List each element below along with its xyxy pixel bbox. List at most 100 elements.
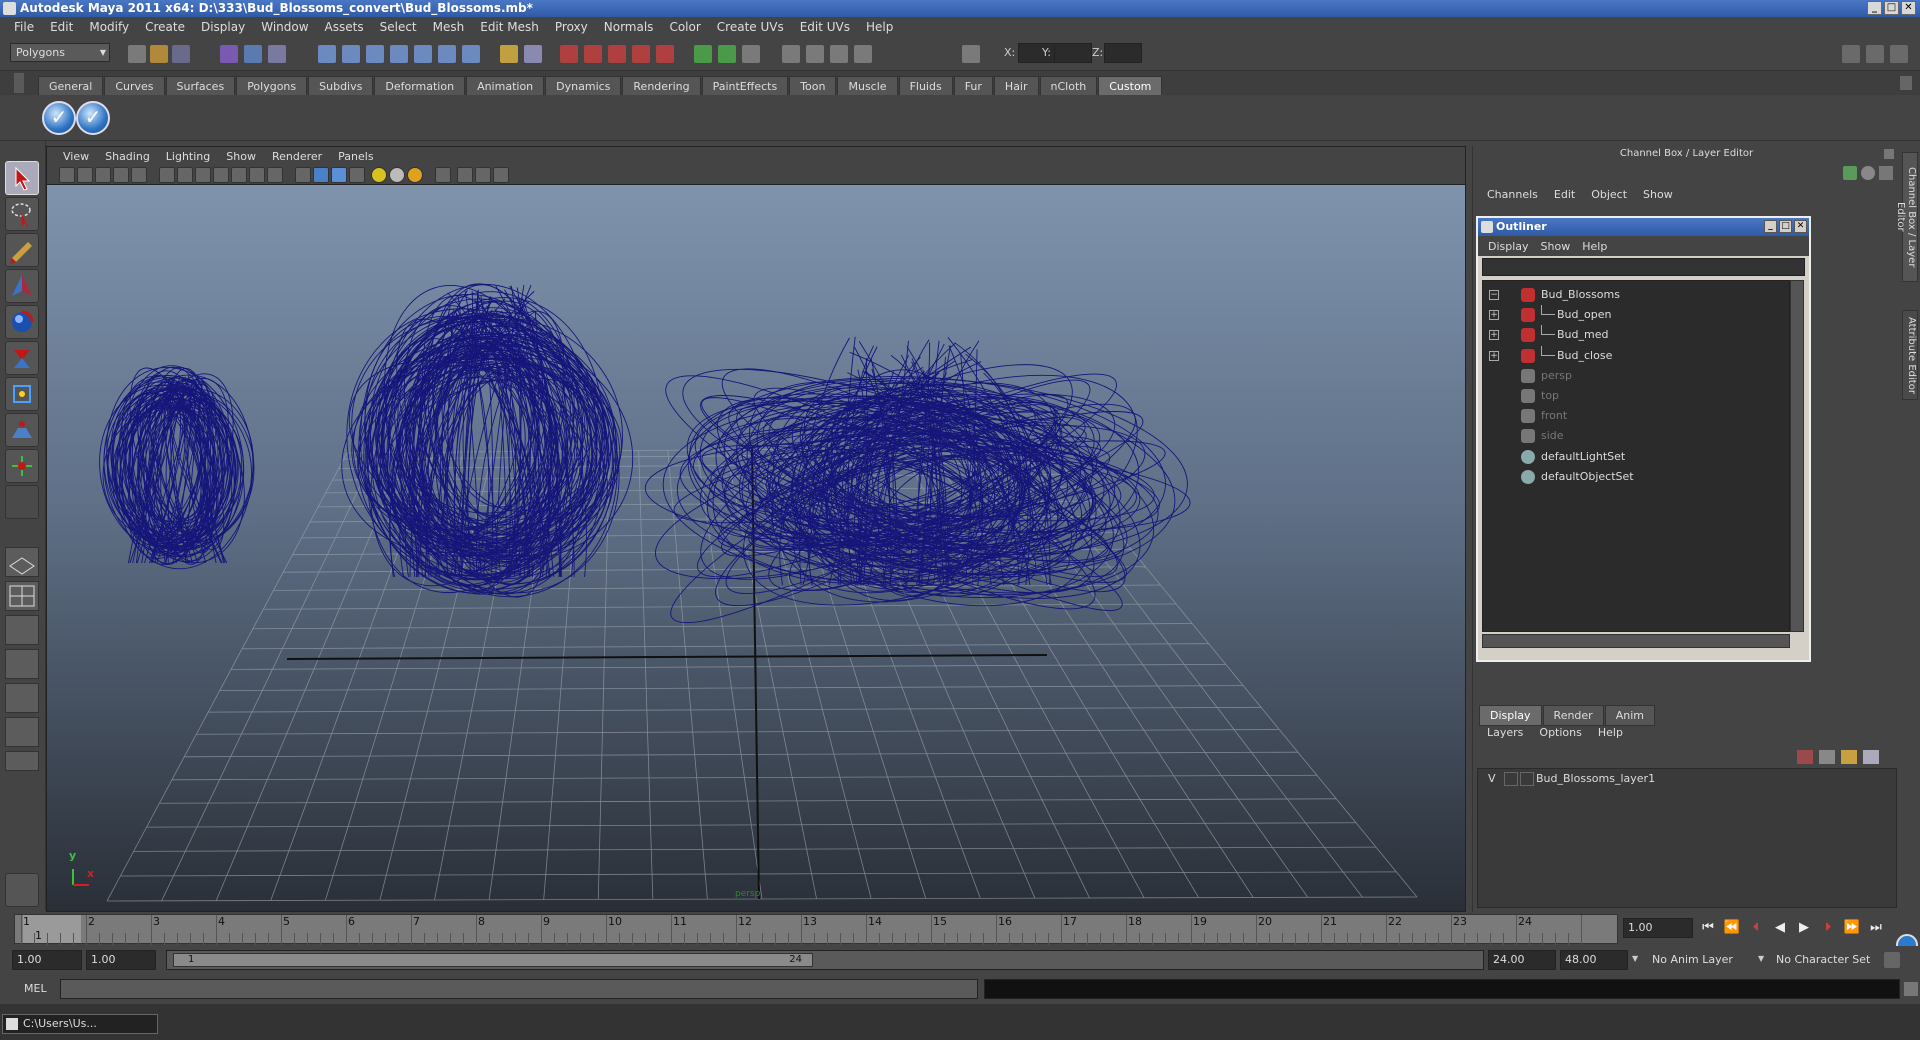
history-icon[interactable]	[438, 45, 456, 63]
field-chart-icon[interactable]	[231, 167, 247, 183]
outliner-close-button[interactable]: ✕	[1794, 220, 1807, 233]
layer-row[interactable]: V Bud_Blossoms_layer1	[1478, 769, 1896, 789]
new-scene-icon[interactable]	[128, 45, 146, 63]
menu-set-dropdown[interactable]: Polygons	[10, 43, 110, 62]
image-plane-icon[interactable]	[830, 45, 848, 63]
minimize-button[interactable]: _	[1867, 1, 1882, 15]
outliner-item-front[interactable]: front	[1483, 406, 1789, 426]
menu-proxy[interactable]: Proxy	[547, 20, 596, 34]
z-field[interactable]	[1104, 43, 1142, 63]
shelf-tab-muscle[interactable]: Muscle	[837, 76, 898, 96]
single-perspective-layout-icon[interactable]	[5, 547, 39, 577]
layer-editor-toggle-icon[interactable]	[1861, 166, 1875, 180]
image-plane-icon[interactable]	[113, 167, 129, 183]
isolate-select-icon[interactable]	[435, 167, 451, 183]
shelf-tab-custom[interactable]: Custom	[1098, 76, 1163, 96]
menu-window[interactable]: Window	[253, 20, 316, 34]
outliner-item-persp[interactable]: persp	[1483, 366, 1789, 386]
expand-toggle-icon[interactable]: +	[1489, 330, 1499, 341]
menu-display[interactable]: Display	[193, 20, 253, 34]
layer-tab-render[interactable]: Render	[1542, 705, 1604, 726]
channel-box-toggle-icon[interactable]	[1843, 166, 1857, 180]
attribute-editor-toggle-icon[interactable]	[1842, 45, 1860, 63]
new-layer-icon[interactable]	[1841, 750, 1857, 764]
camera-icon[interactable]	[782, 45, 800, 63]
viewport-menu-lighting[interactable]: Lighting	[158, 150, 218, 163]
step-forward-key-icon[interactable]: ⏩	[1842, 918, 1862, 938]
paint-brush-icon[interactable]	[5, 233, 39, 267]
snap-view-icon[interactable]	[390, 45, 408, 63]
layer-menu-help[interactable]: Help	[1590, 724, 1631, 741]
menu-modify[interactable]: Modify	[81, 20, 137, 34]
shadows-icon[interactable]	[407, 167, 423, 183]
safe-action-icon[interactable]	[249, 167, 265, 183]
output-field-icon[interactable]	[718, 45, 736, 63]
playback-end-field[interactable]: 24.00	[1488, 950, 1556, 970]
layer-color-swatch[interactable]	[1520, 772, 1534, 786]
outliner-item-bud-med[interactable]: + Bud_med	[1483, 325, 1789, 345]
playback-start-field[interactable]: 1.00	[86, 950, 156, 970]
go-to-start-icon[interactable]: ⏮	[1698, 918, 1718, 938]
render-view-icon[interactable]	[656, 45, 674, 63]
viewport-menu-shading[interactable]: Shading	[97, 150, 158, 163]
play-forward-icon[interactable]: ▶	[1794, 918, 1814, 938]
outliner-vertical-scrollbar[interactable]	[1790, 280, 1804, 632]
snap-point-icon[interactable]	[366, 45, 384, 63]
range-slider-thumb[interactable]: 1 24	[173, 953, 813, 967]
tool-settings-toggle-icon[interactable]	[1866, 45, 1884, 63]
camera-attributes-icon[interactable]	[77, 167, 93, 183]
channel-box-side-tab[interactable]: Channel Box / Layer Editor	[1895, 152, 1918, 282]
transform-mode-icon[interactable]	[962, 45, 980, 63]
shelf-tab-ncloth[interactable]: nCloth	[1039, 76, 1098, 96]
selection-mask-icon[interactable]	[524, 45, 542, 63]
xray-joints-icon[interactable]	[457, 167, 473, 183]
step-back-key-icon[interactable]: ⏪	[1722, 918, 1742, 938]
viewport-menu-view[interactable]: View	[55, 150, 97, 163]
grid-icon[interactable]	[159, 167, 175, 183]
expand-toggle-icon[interactable]: +	[1489, 350, 1499, 361]
sidebar-toggle-icon[interactable]	[742, 45, 760, 63]
channel-menu-show[interactable]: Show	[1635, 188, 1681, 201]
lock-icon[interactable]	[500, 45, 518, 63]
shelf-tab-general[interactable]: General	[38, 76, 104, 96]
universal-manipulator-icon[interactable]	[5, 377, 39, 411]
ipr-render-icon[interactable]	[584, 45, 602, 63]
y-field[interactable]	[1054, 43, 1092, 63]
open-scene-icon[interactable]	[150, 45, 168, 63]
shelf-tab-subdivs[interactable]: Subdivs	[308, 76, 374, 96]
outliner-maximize-button[interactable]: □	[1779, 220, 1792, 233]
gate-mask-icon[interactable]	[213, 167, 229, 183]
char-set-chevron-icon[interactable]: ▼	[1758, 954, 1764, 963]
step-forward-frame-icon[interactable]: ⏵	[1818, 918, 1838, 938]
layer-menu-layers[interactable]: Layers	[1479, 724, 1531, 741]
shelf-custom-button-1[interactable]: ✓	[42, 101, 76, 135]
channel-menu-channels[interactable]: Channels	[1479, 188, 1546, 201]
menu-file[interactable]: File	[6, 20, 42, 34]
outliner-menu-show[interactable]: Show	[1535, 240, 1577, 253]
wireframe-on-shaded-icon[interactable]	[331, 167, 347, 183]
camera-attr-icon[interactable]	[806, 45, 824, 63]
outliner-item-defaultobjectset[interactable]: defaultObjectSet	[1483, 467, 1789, 487]
current-frame-field[interactable]: 1.00	[1623, 918, 1693, 938]
layer-name[interactable]: Bud_Blossoms_layer1	[1536, 769, 1655, 789]
layer-visibility-toggle[interactable]: V	[1488, 769, 1496, 789]
channel-menu-object[interactable]: Object	[1583, 188, 1635, 201]
select-component-icon[interactable]	[268, 45, 286, 63]
go-to-end-icon[interactable]: ⏭	[1866, 918, 1886, 938]
menu-create[interactable]: Create	[137, 20, 193, 34]
channel-menu-edit[interactable]: Edit	[1546, 188, 1583, 201]
show-manipulator-icon[interactable]	[5, 449, 39, 483]
maximize-button[interactable]: □	[1884, 1, 1899, 15]
shelf-custom-button-2[interactable]: ✓	[76, 101, 110, 135]
mel-label[interactable]: MEL	[24, 982, 47, 995]
shelf-tab-fluids[interactable]: Fluids	[898, 76, 953, 96]
layer-tab-display[interactable]: Display	[1479, 705, 1542, 726]
hypershade-icon[interactable]	[632, 45, 650, 63]
shelf-tab-fur[interactable]: Fur	[953, 76, 993, 96]
shelf-tab-animation[interactable]: Animation	[466, 76, 545, 96]
animation-start-field[interactable]: 1.00	[12, 950, 82, 970]
shelf-tab-painteffects[interactable]: PaintEffects	[701, 76, 789, 96]
close-button[interactable]: ✕	[1901, 1, 1916, 15]
shelf-tab-polygons[interactable]: Polygons	[236, 76, 308, 96]
both-toggle-icon[interactable]	[1879, 166, 1893, 180]
